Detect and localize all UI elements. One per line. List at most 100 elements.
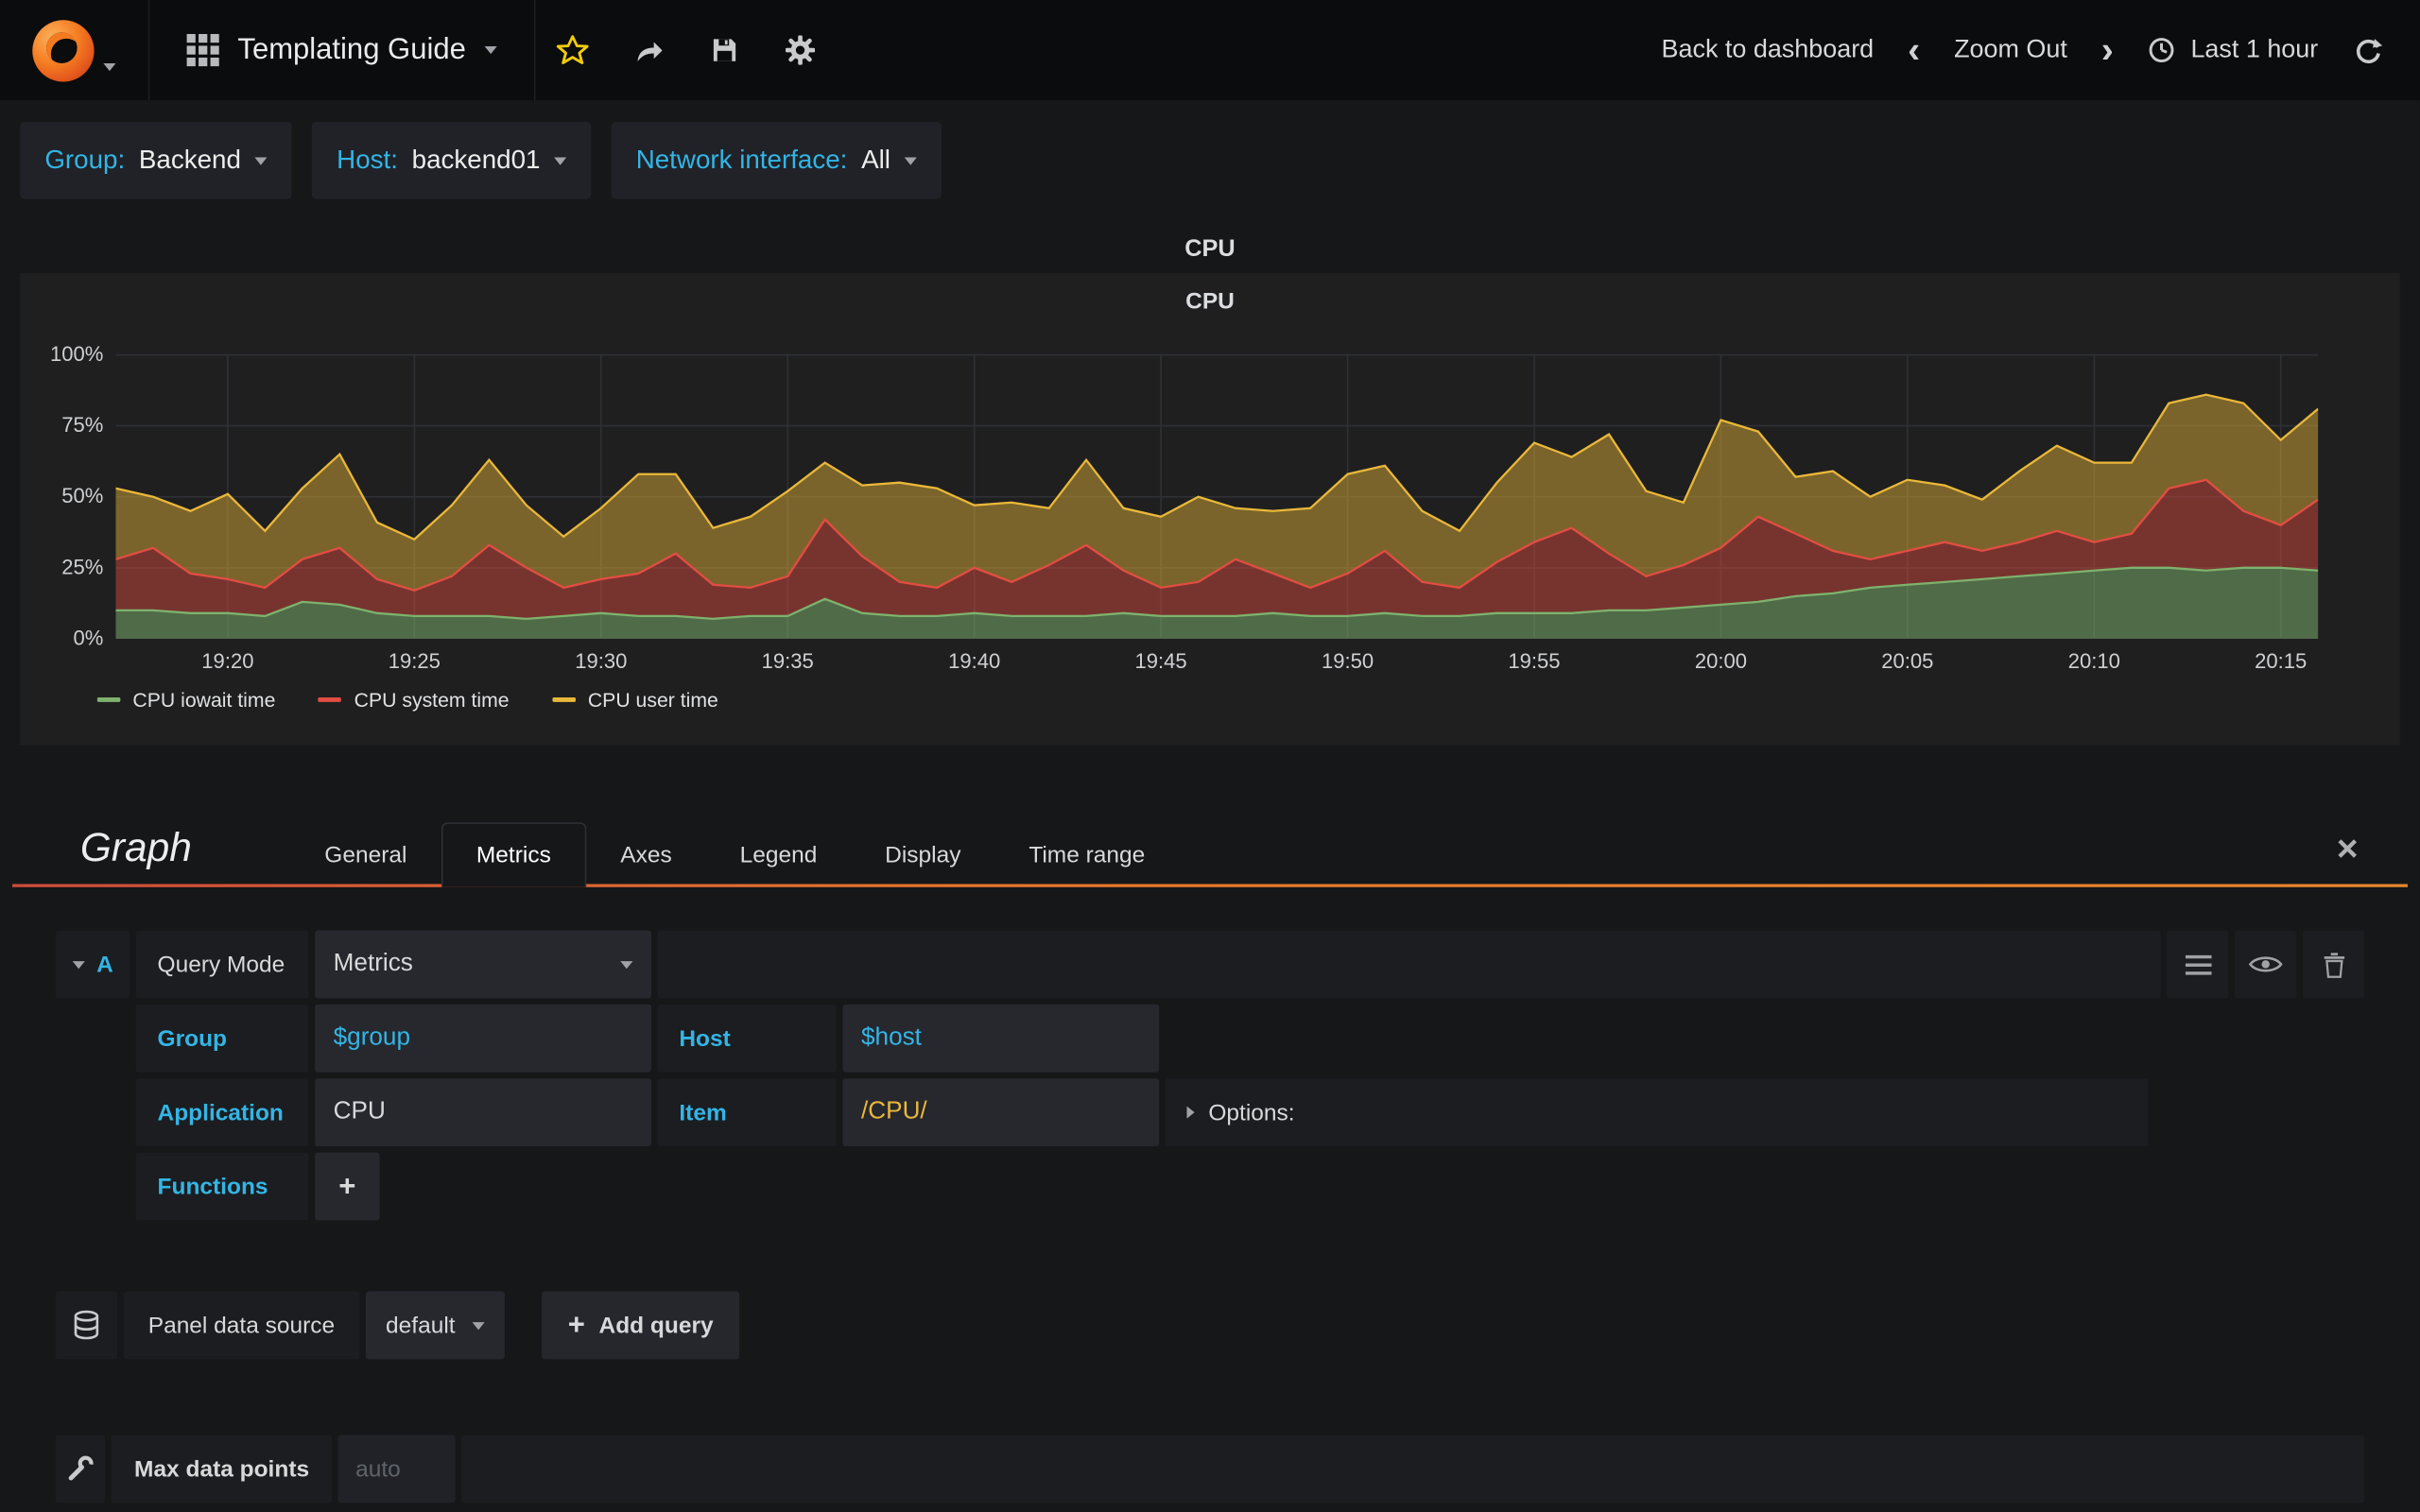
var-label: Network interface:	[635, 145, 848, 175]
functions-label: Functions	[135, 1152, 309, 1221]
share-icon	[637, 41, 663, 61]
cpu-stacked-area-chart[interactable]: 0% 25% 50% 75% 100% 19:20 19:25 19:30 19:35 19:4…	[50, 342, 2319, 673]
query-row-application-item: Application CPU Item /CPU/ Options:	[56, 1078, 2364, 1147]
item-value-field[interactable]: /CPU/	[842, 1078, 1160, 1147]
tab-display[interactable]: Display	[851, 824, 994, 887]
row-indent	[56, 1153, 130, 1221]
chevron-down-icon	[472, 1321, 485, 1330]
x-tick-label: 19:45	[1134, 649, 1187, 673]
time-range-label: Last 1 hour	[2190, 35, 2319, 63]
navbar: Templating Guide Back to dashboard ‹ Zoo…	[0, 0, 2420, 101]
x-tick-label: 19:50	[1321, 649, 1374, 673]
options-toggle[interactable]: Options:	[1165, 1078, 2149, 1147]
row-filler	[657, 930, 2161, 999]
y-tick-label: 75%	[61, 413, 104, 438]
query-mode-select[interactable]: Metrics	[315, 930, 651, 999]
save-button[interactable]	[686, 0, 762, 100]
x-tick-label: 19:20	[201, 649, 254, 673]
max-data-points-label: Max data points	[111, 1435, 333, 1503]
application-value-field[interactable]: CPU	[315, 1078, 651, 1147]
legend-item[interactable]: CPU iowait time	[96, 688, 276, 712]
x-tick-label: 19:40	[948, 649, 1001, 673]
grafana-logo-menu[interactable]	[0, 0, 150, 101]
chevron-down-icon	[484, 45, 497, 55]
x-tick-label: 20:15	[2255, 649, 2308, 673]
template-var-host[interactable]: Host: backend01	[312, 121, 592, 199]
query-ref-letter: A	[96, 951, 113, 978]
tab-axes[interactable]: Axes	[586, 824, 705, 887]
time-range-picker[interactable]: Last 1 hour	[2148, 35, 2319, 65]
y-tick-label: 100%	[50, 342, 104, 366]
tab-general[interactable]: General	[290, 824, 441, 887]
star-button[interactable]	[535, 0, 611, 100]
query-delete-button[interactable]	[2302, 930, 2365, 999]
star-icon	[557, 35, 590, 64]
template-variables-row: Group: Backend Host: backend01 Network i…	[0, 100, 2420, 220]
item-label: Item	[657, 1078, 837, 1147]
tab-time-range[interactable]: Time range	[994, 824, 1179, 887]
add-query-button[interactable]: + Add query	[541, 1291, 740, 1360]
legend-item[interactable]: CPU user time	[552, 688, 718, 712]
application-label-text: Application	[157, 1099, 284, 1126]
row-filler	[461, 1435, 2365, 1503]
eye-icon	[2248, 956, 2283, 972]
query-menu-button[interactable]	[2167, 930, 2229, 999]
zoom-out-button[interactable]: Zoom Out	[1954, 36, 2067, 65]
var-label: Group:	[44, 145, 126, 175]
chart-legend: CPU iowait time CPU system time CPU user t…	[96, 688, 2400, 712]
legend-item[interactable]: CPU system time	[319, 688, 510, 712]
trash-icon	[2323, 952, 2344, 978]
max-data-points-label-text: Max data points	[134, 1455, 310, 1483]
chevron-right-icon[interactable]: ›	[2101, 31, 2114, 68]
grafana-app: Templating Guide Back to dashboard ‹ Zoo…	[0, 0, 2420, 1512]
query-toggle-visibility-button[interactable]	[2235, 930, 2297, 999]
host-value-field[interactable]: $host	[842, 1004, 1160, 1073]
graph-title: CPU	[1185, 288, 1235, 316]
legend-series-name: CPU iowait time	[132, 688, 276, 712]
share-button[interactable]	[611, 0, 686, 100]
tab-legend[interactable]: Legend	[706, 824, 852, 887]
chevron-left-icon[interactable]: ‹	[1908, 31, 1920, 68]
datasource-select[interactable]: default	[365, 1291, 505, 1360]
y-tick-label: 50%	[61, 484, 104, 508]
var-value: Backend	[138, 145, 241, 175]
template-var-netif[interactable]: Network interface: All	[611, 121, 942, 199]
query-editor: A Query Mode Metrics Group $group Host $…	[55, 930, 2365, 1221]
max-data-points-row: Max data points	[0, 1435, 2420, 1503]
panel-title[interactable]: CPU	[20, 227, 2400, 273]
group-label-text: Group	[157, 1024, 227, 1052]
item-label-text: Item	[679, 1099, 727, 1126]
cpu-panel: CPU CPU 0% 25% 50% 75% 100% 19:20 19:25 19:30 1…	[20, 227, 2400, 746]
datasource-row: Panel data source default + Add query	[0, 1291, 2420, 1360]
settings-button[interactable]	[762, 0, 838, 100]
wrench-icon	[68, 1455, 94, 1481]
chevron-down-icon	[254, 156, 268, 164]
back-to-dashboard-button[interactable]: Back to dashboard	[1662, 36, 1875, 65]
x-tick-label: 20:05	[1881, 649, 1934, 673]
y-axis-labels: 0% 25% 50% 75% 100%	[26, 342, 104, 649]
refresh-icon[interactable]	[2352, 35, 2383, 66]
options-label: Options:	[1208, 1099, 1295, 1126]
tab-metrics[interactable]: Metrics	[441, 822, 587, 887]
group-value: $group	[333, 1024, 411, 1051]
navbar-right: Back to dashboard ‹ Zoom Out › Last 1 ho…	[1662, 0, 2420, 100]
template-var-group[interactable]: Group: Backend	[20, 121, 292, 199]
query-collapse-toggle[interactable]: A	[55, 930, 130, 999]
chevron-down-icon	[620, 960, 633, 969]
y-tick-label: 0%	[73, 626, 104, 650]
item-value: /CPU/	[861, 1098, 927, 1125]
add-function-button[interactable]: +	[315, 1152, 380, 1221]
max-data-points-input[interactable]	[338, 1435, 457, 1503]
chevron-down-icon	[103, 62, 116, 72]
query-mode-label-text: Query Mode	[157, 951, 285, 978]
host-label-text: Host	[679, 1024, 731, 1052]
graph-panel-body: CPU 0% 25% 50% 75% 100% 19:20 19:25 19:30 19:35…	[20, 272, 2400, 746]
close-icon[interactable]: ×	[2337, 831, 2359, 887]
x-tick-label: 20:00	[1694, 649, 1748, 673]
dashboard-picker[interactable]: Templating Guide	[149, 0, 536, 101]
group-value-field[interactable]: $group	[315, 1004, 651, 1073]
functions-label-text: Functions	[157, 1173, 268, 1200]
plus-icon: +	[567, 1309, 585, 1342]
panel-editor-header: Graph General Metrics Axes Legend Displa…	[0, 810, 2420, 887]
datasource-label-text: Panel data source	[147, 1312, 336, 1339]
